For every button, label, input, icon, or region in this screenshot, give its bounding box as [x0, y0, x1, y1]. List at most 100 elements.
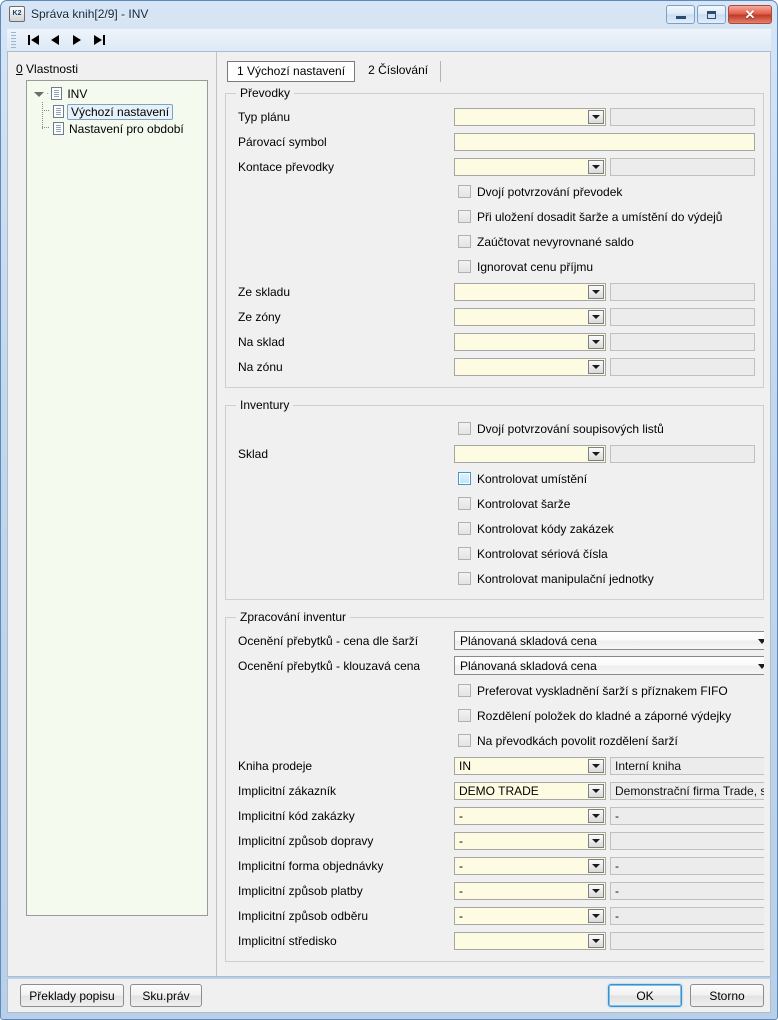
minimize-icon	[675, 16, 686, 19]
checkbox-box[interactable]	[458, 684, 471, 697]
checkbox-box[interactable]	[458, 709, 471, 722]
typ-planu-combo[interactable]	[454, 107, 606, 126]
checkbox-box[interactable]	[458, 210, 471, 223]
checkbox-label: Dvojí potvrzování soupisových listů	[477, 421, 664, 436]
kontace-prevodky-combo[interactable]	[454, 157, 606, 176]
kniha-prodeje-description: Interní kniha	[610, 756, 764, 775]
tab-default-settings[interactable]: 1 Výchozí nastavení	[227, 61, 356, 82]
tree-node-inv[interactable]: · INV	[27, 85, 207, 102]
checkbox-box[interactable]	[458, 497, 471, 510]
checkbox-box[interactable]	[458, 235, 471, 248]
field-label: Kontace převodky	[238, 159, 335, 174]
implicitni-forma-objednavky-combo[interactable]: -	[454, 856, 606, 875]
oceneni-klouzava-cena-combo[interactable]: Plánovaná skladová cena	[454, 656, 764, 675]
properties-caption-text: Vlastnosti	[22, 62, 79, 76]
checkbox-box[interactable]	[458, 422, 471, 435]
rights-group-button[interactable]: Sku.práv	[130, 984, 202, 1007]
field-row-implicitni-forma-objednavky: Implicitní forma objednávky - -	[234, 853, 764, 878]
na-sklad-description	[610, 332, 755, 351]
chevron-down-icon[interactable]	[588, 858, 604, 873]
checkbox-box[interactable]	[458, 734, 471, 747]
close-button[interactable]: ✕	[728, 5, 772, 24]
implicitni-zpusob-odberu-combo[interactable]: -	[454, 906, 606, 925]
checkbox-row-preferovat-fifo[interactable]: Preferovat vyskladnění šarží s příznakem…	[234, 678, 764, 703]
field-label: Implicitní způsob dopravy	[238, 833, 374, 848]
checkbox-row-kontrolovat-seriova-cisla[interactable]: Kontrolovat sériová čísla	[234, 541, 755, 566]
chevron-down-icon[interactable]	[588, 159, 604, 174]
chevron-down-icon[interactable]	[588, 359, 604, 374]
checkbox-row-kontrolovat-manipulacni-jednotky[interactable]: Kontrolovat manipulační jednotky	[234, 566, 755, 591]
tree-node-label: Výchozí nastavení	[67, 103, 174, 120]
next-record-button[interactable]	[66, 31, 88, 49]
kniha-prodeje-combo[interactable]: IN	[454, 756, 606, 775]
translations-button[interactable]: Překlady popisu	[20, 984, 124, 1007]
field-label: Párovací symbol	[238, 134, 327, 149]
checkbox-row-kontrolovat-kody-zakazek[interactable]: Kontrolovat kódy zakázek	[234, 516, 755, 541]
toolbar-grip[interactable]	[11, 32, 16, 48]
field-row-implicitni-kod-zakazky: Implicitní kód zakázky - -	[234, 803, 764, 828]
last-record-button[interactable]	[88, 31, 110, 49]
checkbox-row-zauctovat-saldo[interactable]: Zaúčtovat nevyrovnané saldo	[234, 229, 755, 254]
checkbox-row-ignorovat-cenu[interactable]: Ignorovat cenu příjmu	[234, 254, 755, 279]
checkbox-row-rozdeleni-polozek[interactable]: Rozdělení položek do kladné a záporné vý…	[234, 703, 764, 728]
checkbox-row-dvoji-potvrzovani-prevodek[interactable]: Dvojí potvrzování převodek	[234, 179, 755, 204]
ze-skladu-combo[interactable]	[454, 282, 606, 301]
chevron-down-icon[interactable]	[588, 908, 604, 923]
group-inventury-legend: Inventury	[240, 398, 290, 412]
chevron-down-icon[interactable]	[758, 639, 764, 644]
checkbox-box[interactable]	[458, 572, 471, 585]
na-zonu-combo[interactable]	[454, 357, 606, 376]
minimize-button[interactable]	[666, 5, 695, 24]
implicitni-stredisko-combo[interactable]	[454, 931, 606, 950]
chevron-down-icon[interactable]	[758, 664, 764, 669]
ok-button[interactable]: OK	[608, 984, 682, 1007]
expander-collapse-icon[interactable]	[33, 88, 45, 100]
checkbox-row-dvoji-potvrzovani-soupisovych-listu[interactable]: Dvojí potvrzování soupisových listů	[234, 416, 755, 441]
dialog-footer: Překlady popisu Sku.práv OK Storno	[7, 979, 771, 1013]
maximize-button[interactable]	[697, 5, 726, 24]
ze-zony-combo[interactable]	[454, 307, 606, 326]
chevron-down-icon[interactable]	[588, 783, 604, 798]
first-record-icon	[27, 35, 39, 45]
tree-node-period-settings[interactable]: Nastavení pro období	[27, 120, 207, 137]
implicitni-forma-objednavky-description: -	[610, 856, 764, 875]
first-record-button[interactable]	[22, 31, 44, 49]
na-sklad-combo[interactable]	[454, 332, 606, 351]
chevron-down-icon[interactable]	[588, 446, 604, 461]
checkbox-box[interactable]	[458, 260, 471, 273]
implicitni-zpusob-dopravy-combo[interactable]: -	[454, 831, 606, 850]
oceneni-cena-dle-sarzi-combo[interactable]: Plánovaná skladová cena	[454, 631, 764, 650]
chevron-down-icon[interactable]	[588, 833, 604, 848]
cancel-button[interactable]: Storno	[690, 984, 764, 1007]
checkbox-row-dosadit-sarze[interactable]: Při uložení dosadit šarže a umístění do …	[234, 204, 755, 229]
chevron-down-icon[interactable]	[588, 309, 604, 324]
implicitni-kod-zakazky-combo[interactable]: -	[454, 806, 606, 825]
chevron-down-icon[interactable]	[588, 808, 604, 823]
field-row-na-zonu: Na zónu	[234, 354, 755, 379]
tree-node-default-settings[interactable]: Výchozí nastavení	[27, 103, 207, 120]
checkbox-row-kontrolovat-umisteni[interactable]: Kontrolovat umístění	[234, 466, 755, 491]
chevron-down-icon[interactable]	[588, 109, 604, 124]
chevron-down-icon[interactable]	[588, 883, 604, 898]
implicitni-zakaznik-combo[interactable]: DEMO TRADE	[454, 781, 606, 800]
sklad-combo[interactable]	[454, 444, 606, 463]
chevron-down-icon[interactable]	[588, 933, 604, 948]
checkbox-box[interactable]	[458, 472, 471, 485]
previous-record-button[interactable]	[44, 31, 66, 49]
checkbox-row-kontrolovat-sarze[interactable]: Kontrolovat šarže	[234, 491, 755, 516]
checkbox-box[interactable]	[458, 547, 471, 560]
checkbox-box[interactable]	[458, 522, 471, 535]
implicitni-zpusob-platby-combo[interactable]: -	[454, 881, 606, 900]
properties-tree[interactable]: · INV Výchozí nastavení Nastavení pro ob…	[26, 80, 208, 916]
chevron-down-icon[interactable]	[588, 334, 604, 349]
field-label: Ocenění přebytků - klouzavá cena	[238, 658, 421, 673]
parovaci-symbol-input[interactable]	[454, 132, 755, 151]
field-row-implicitni-zakaznik: Implicitní zákazník DEMO TRADE Demonstra…	[234, 778, 764, 803]
chevron-down-icon[interactable]	[588, 758, 604, 773]
tab-numbering[interactable]: 2 Číslování	[359, 61, 442, 82]
ze-zony-description	[610, 307, 755, 326]
chevron-down-icon[interactable]	[588, 284, 604, 299]
checkbox-row-povolit-rozdeleni-sarzi[interactable]: Na převodkách povolit rozdělení šarží	[234, 728, 764, 753]
checkbox-box[interactable]	[458, 185, 471, 198]
field-row-implicitni-zpusob-platby: Implicitní způsob platby - -	[234, 878, 764, 903]
